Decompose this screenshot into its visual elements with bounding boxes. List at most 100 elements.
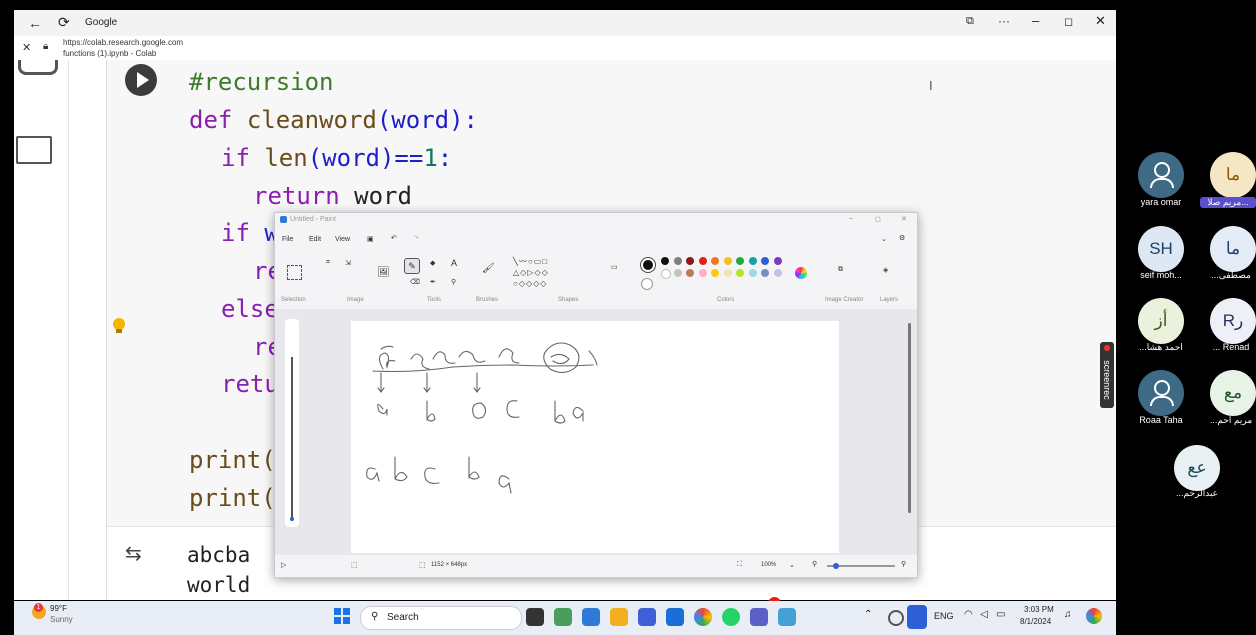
teams-icon[interactable]	[750, 608, 768, 626]
edit-colors-icon[interactable]	[795, 267, 807, 279]
zoom-dropdown-icon[interactable]: ⌄	[789, 561, 795, 569]
selection-tool-icon[interactable]	[287, 265, 302, 280]
shapes-gallery[interactable]: ╲〰○▭□ △◇▷◇◇ ○◇◇◇◇	[513, 256, 577, 289]
magnifier-icon[interactable]: ⚲	[451, 278, 456, 286]
menu-edit[interactable]: Edit	[309, 236, 321, 243]
color-swatch[interactable]	[698, 269, 707, 277]
tray-icon[interactable]	[888, 610, 904, 626]
folder-icon[interactable]	[16, 136, 52, 164]
color-swatch[interactable]	[711, 269, 719, 277]
edge-icon[interactable]	[582, 608, 600, 626]
color-swatch[interactable]	[761, 257, 769, 265]
save-icon[interactable]: ▣	[367, 235, 374, 243]
battery-icon[interactable]: ▭	[996, 609, 1005, 620]
color-swatch[interactable]	[761, 269, 769, 277]
file-explorer-icon[interactable]	[610, 608, 628, 626]
store-icon[interactable]	[638, 608, 656, 626]
close-tab-icon[interactable]: ✕	[22, 41, 31, 54]
zoom-out-icon[interactable]: ⚲	[812, 560, 817, 568]
color-swatch[interactable]	[736, 257, 744, 265]
minimize-icon[interactable]: –	[1032, 13, 1039, 28]
volume-icon[interactable]: ◁	[980, 609, 988, 620]
participant-avatar[interactable]: مع	[1210, 370, 1256, 416]
start-icon[interactable]	[334, 608, 350, 624]
output-toggle-icon[interactable]: ⇆	[125, 541, 142, 566]
color-swatch[interactable]	[723, 269, 732, 277]
color-swatch[interactable]	[773, 257, 782, 265]
photos-icon[interactable]	[666, 608, 684, 626]
key-icon[interactable]	[18, 60, 58, 75]
participant-avatar[interactable]: عع	[1174, 445, 1220, 491]
color-picker-icon[interactable]: ✒	[430, 278, 436, 286]
microphone-icon[interactable]	[907, 605, 927, 629]
participant-avatar[interactable]: ما	[1210, 152, 1256, 198]
color-swatch[interactable]	[698, 257, 707, 265]
size-slider-track[interactable]	[291, 357, 293, 521]
close-icon[interactable]: ✕	[1095, 13, 1106, 29]
notification-bell-icon[interactable]: ♫	[1064, 609, 1072, 620]
eraser-icon[interactable]: ⌫	[410, 278, 420, 286]
zoom-slider[interactable]	[827, 563, 895, 569]
color-swatch[interactable]	[748, 269, 757, 277]
participant-avatar[interactable]: ما	[1210, 226, 1256, 272]
color-swatch[interactable]	[673, 257, 682, 265]
paint-minimize-icon[interactable]: –	[849, 215, 853, 222]
menu-view[interactable]: View	[335, 236, 350, 243]
taskbar-search[interactable]: ⚲ Search	[360, 606, 522, 630]
language-indicator[interactable]: ENG	[934, 611, 954, 621]
copilot-icon[interactable]	[1086, 608, 1102, 624]
zoom-in-icon[interactable]: ⚲	[901, 560, 906, 568]
layers-icon[interactable]: ◈	[883, 266, 888, 274]
paint-icon[interactable]	[778, 608, 796, 626]
image-creator-icon[interactable]: ⧉	[838, 266, 843, 274]
weather-cond[interactable]: Sunny	[50, 615, 73, 624]
pencil-tool-icon[interactable]: ✎	[404, 258, 420, 274]
participant-avatar[interactable]	[1138, 152, 1184, 198]
whatsapp-icon[interactable]	[722, 608, 740, 626]
undo-icon[interactable]: ↶	[391, 234, 397, 242]
color-swatch[interactable]	[723, 257, 732, 265]
address-bar[interactable]: ✕ 🔒︎ https://colab.research.google.com f…	[14, 36, 1116, 60]
participant-avatar[interactable]: أز	[1138, 298, 1184, 344]
app-icon[interactable]	[554, 608, 572, 626]
color2[interactable]	[641, 278, 653, 290]
paint-canvas[interactable]	[351, 321, 839, 553]
participant-avatar[interactable]	[1138, 370, 1184, 416]
color-swatch[interactable]	[748, 257, 757, 265]
color1-selected[interactable]	[641, 258, 655, 272]
color-palette[interactable]	[661, 257, 791, 291]
color-swatch[interactable]	[736, 269, 744, 277]
back-arrow-icon[interactable]: ←	[28, 15, 42, 31]
image-icon[interactable]: 🖼︎	[377, 267, 390, 278]
color-swatch[interactable]	[673, 269, 682, 277]
menu-file[interactable]: File	[282, 236, 293, 243]
participant-avatar[interactable]: SH	[1138, 226, 1184, 272]
clock-time[interactable]: 3:03 PM	[1024, 605, 1054, 614]
settings-icon[interactable]: ⚙	[899, 234, 905, 242]
size-slider-thumb[interactable]	[290, 517, 294, 521]
paint-close-icon[interactable]: ✕	[901, 215, 907, 223]
task-view-icon[interactable]	[526, 608, 544, 626]
brush-size-panel[interactable]	[285, 319, 299, 527]
collapse-ribbon-icon[interactable]: ⌄	[881, 235, 887, 243]
paint-maximize-icon[interactable]: ◻	[875, 215, 881, 223]
redo-icon[interactable]: ↷	[413, 234, 419, 242]
brushes-icon[interactable]: 🖌︎	[482, 263, 495, 274]
fill-icon[interactable]: ◆	[430, 259, 435, 267]
color-swatch[interactable]	[686, 269, 694, 277]
maximize-icon[interactable]: ◻	[1064, 15, 1073, 28]
participant-avatar[interactable]: Rر	[1210, 298, 1256, 344]
chevron-up-icon[interactable]: ⌃	[864, 609, 872, 620]
vertical-scrollbar[interactable]	[908, 323, 911, 513]
run-cell-button[interactable]	[125, 64, 157, 96]
color-swatch[interactable]	[661, 269, 671, 279]
tab-icon[interactable]: ⧉	[966, 15, 974, 28]
crop-icon[interactable]: ⌗	[326, 259, 330, 267]
wifi-icon[interactable]: ◠	[964, 609, 973, 620]
shape-outline-icon[interactable]: ▭	[611, 263, 618, 271]
text-tool-icon[interactable]: A	[451, 258, 457, 268]
color-swatch[interactable]	[773, 269, 782, 277]
color-swatch[interactable]	[686, 257, 694, 265]
weather-temp[interactable]: 99°F	[50, 604, 67, 613]
clock-date[interactable]: 8/1/2024	[1020, 617, 1051, 626]
